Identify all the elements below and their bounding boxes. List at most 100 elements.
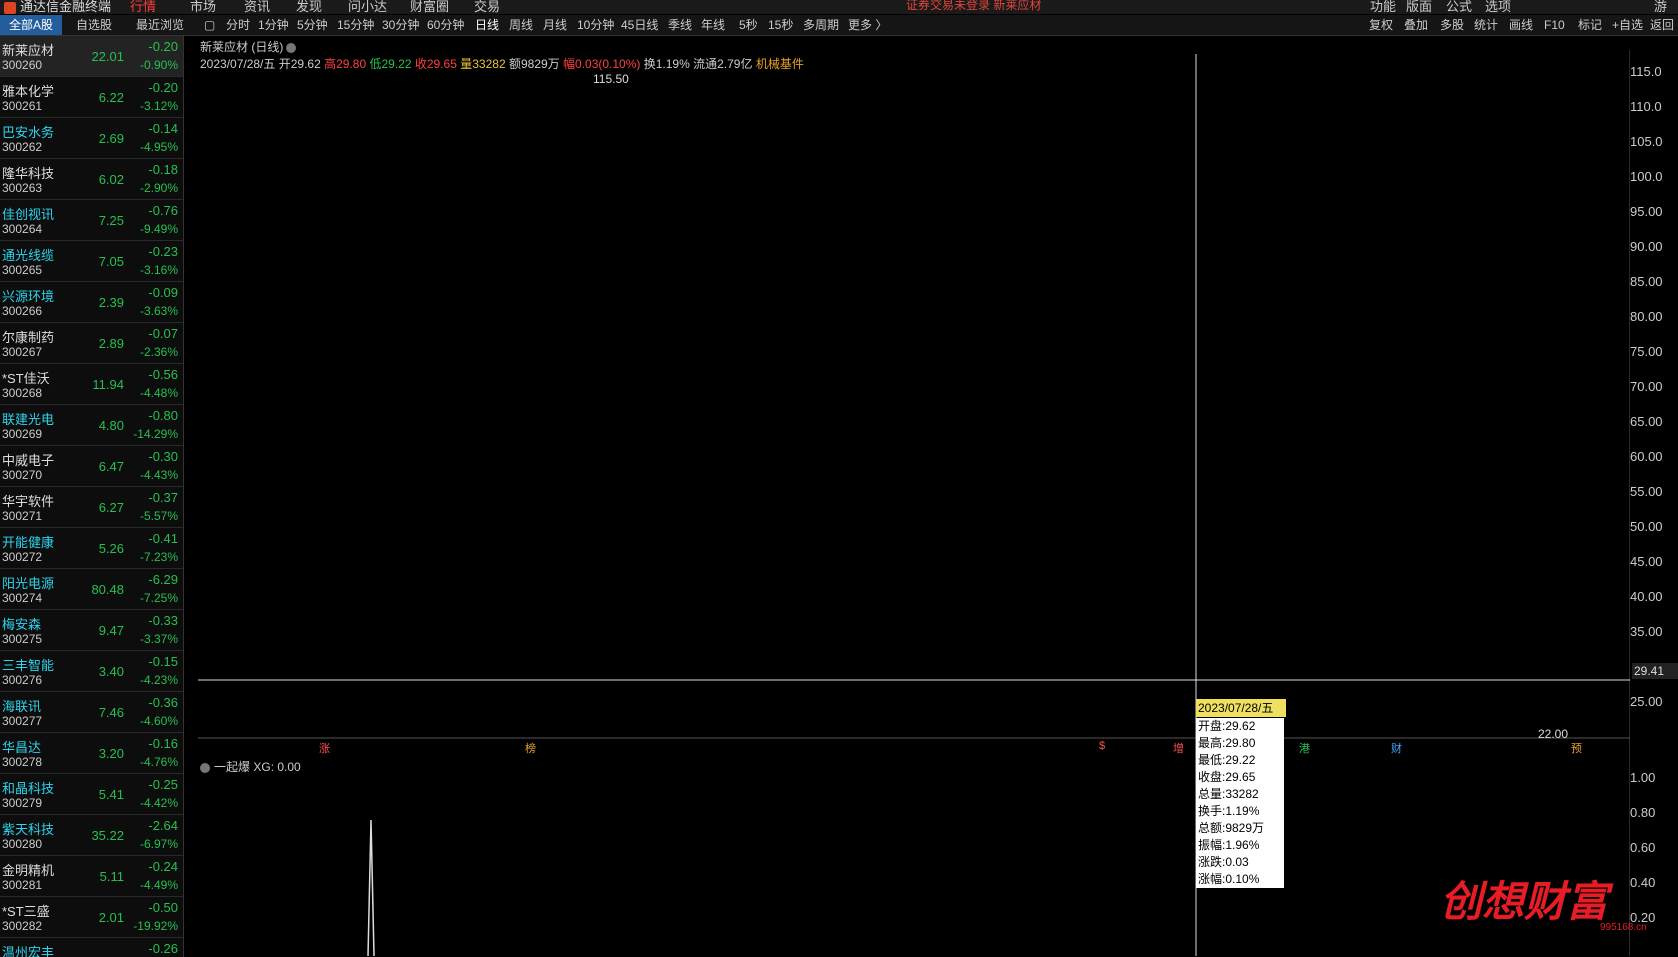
panel-toggle-icon[interactable]: ▢ <box>204 15 215 35</box>
top-right-menu-0[interactable]: 功能 <box>1370 0 1396 14</box>
stock-price: 9.47 <box>98 623 124 638</box>
stock-change: -0.23 <box>148 244 178 259</box>
stock-row[interactable]: 中威电子 300270 6.47 -0.30 -4.43% <box>0 446 183 487</box>
guest-label[interactable]: 游客 <box>1654 0 1678 14</box>
indicator-tick: 0.40 <box>1630 875 1656 890</box>
signal-marker[interactable]: $ <box>1098 740 1106 752</box>
stock-row[interactable]: 开能健康 300272 5.26 -0.41 -7.23% <box>0 528 183 569</box>
stock-row[interactable]: 兴源环境 300266 2.39 -0.09 -3.63% <box>0 282 183 323</box>
tool-button-2[interactable]: 多股 <box>1440 15 1464 35</box>
stock-row[interactable]: 尔康制药 300267 2.89 -0.07 -2.36% <box>0 323 183 364</box>
period-tab-4[interactable]: 30分钟 <box>382 15 419 35</box>
stock-row[interactable]: 联建光电 300269 4.80 -0.80 -14.29% <box>0 405 183 446</box>
kline-chart[interactable]: 115.50 22.00 <box>198 50 1630 956</box>
tool-button-4[interactable]: 画线 <box>1509 15 1533 35</box>
period-tab-11[interactable]: 季线 <box>668 15 692 35</box>
top-right-menu-2[interactable]: 公式 <box>1446 0 1472 14</box>
chevron-down-icon[interactable] <box>200 762 210 773</box>
login-notice[interactable]: 证券交易未登录 新莱应材 <box>906 0 1041 13</box>
stock-row[interactable]: 和晶科技 300279 5.41 -0.25 -4.42% <box>0 774 183 815</box>
tooltip-line: 总量:33282 <box>1198 787 1259 801</box>
menu-item-4[interactable]: 问小达 <box>348 0 387 14</box>
tool-button-1[interactable]: 叠加 <box>1404 15 1428 35</box>
period-tab-2[interactable]: 5分钟 <box>297 15 328 35</box>
stock-row[interactable]: 梅安森 300275 9.47 -0.33 -3.37% <box>0 610 183 651</box>
stock-row[interactable]: 紫天科技 300280 35.22 -2.64 -6.97% <box>0 815 183 856</box>
period-tab-13[interactable]: 5秒 <box>739 15 758 35</box>
period-tab-1[interactable]: 1分钟 <box>258 15 289 35</box>
stock-change: -0.76 <box>148 203 178 218</box>
price-tick: 35.00 <box>1630 624 1663 639</box>
stock-price: 5.41 <box>98 787 124 802</box>
stock-change: -0.18 <box>148 162 178 177</box>
menu-item-0[interactable]: 行情 <box>130 0 156 14</box>
period-tab-0[interactable]: 分时 <box>226 15 250 35</box>
stock-row[interactable]: 新莱应材 300260 22.01 -0.20 -0.90% <box>0 36 183 77</box>
menu-item-3[interactable]: 发现 <box>296 0 322 14</box>
period-tab-14[interactable]: 15秒 <box>768 15 793 35</box>
list-tab-1[interactable]: 自选股 <box>62 15 126 35</box>
signal-marker[interactable]: 涨 <box>318 740 331 756</box>
stock-change-pct: -4.48% <box>139 386 178 400</box>
menu-item-6[interactable]: 交易 <box>474 0 500 14</box>
tool-button-8[interactable]: 返回 <box>1650 15 1674 35</box>
period-tab-10[interactable]: 45日线 <box>621 15 658 35</box>
stock-row[interactable]: 金明精机 300281 5.11 -0.24 -4.49% <box>0 856 183 897</box>
stock-row[interactable]: *ST佳沃 300268 11.94 -0.56 -4.48% <box>0 364 183 405</box>
stock-change-pct: -4.42% <box>139 796 178 810</box>
stock-name: 华昌达 <box>2 740 42 755</box>
stock-row[interactable]: 雅本化学 300261 6.22 -0.20 -3.12% <box>0 77 183 118</box>
stock-row[interactable]: 通光线缆 300265 7.05 -0.23 -3.16% <box>0 241 183 282</box>
signal-marker[interactable]: 榜 <box>524 740 537 756</box>
stock-row[interactable]: 华昌达 300278 3.20 -0.16 -4.76% <box>0 733 183 774</box>
price-tick: 115.0 <box>1630 64 1662 79</box>
tool-button-3[interactable]: 统计 <box>1474 15 1498 35</box>
stock-name: 和晶科技 <box>2 781 55 796</box>
period-tab-8[interactable]: 月线 <box>543 15 567 35</box>
stock-change-pct: -2.90% <box>139 181 178 195</box>
price-tick: 80.00 <box>1630 309 1663 324</box>
stock-price: 6.02 <box>98 172 124 187</box>
stock-row[interactable]: 三丰智能 300276 3.40 -0.15 -4.23% <box>0 651 183 692</box>
stock-row[interactable]: 华宇软件 300271 6.27 -0.37 -5.57% <box>0 487 183 528</box>
signal-marker[interactable]: 预 <box>1570 740 1583 756</box>
signal-marker[interactable]: 增 <box>1172 740 1185 756</box>
list-tab-2[interactable]: 最近浏览 <box>128 15 192 35</box>
stock-change: -0.20 <box>148 39 178 54</box>
stock-price: 6.27 <box>98 500 124 515</box>
period-tab-16[interactable]: 更多 〉 <box>848 15 887 35</box>
stock-row[interactable]: 海联讯 300277 7.46 -0.36 -4.60% <box>0 692 183 733</box>
period-tab-15[interactable]: 多周期 <box>803 15 839 35</box>
stock-row[interactable]: 温州宏丰 -0.26 <box>0 938 183 957</box>
menu-item-5[interactable]: 财富圈 <box>410 0 449 14</box>
top-right-menu-3[interactable]: 选项 <box>1485 0 1511 14</box>
stock-price: 2.01 <box>98 910 124 925</box>
tool-button-5[interactable]: F10 <box>1544 15 1565 35</box>
stock-change: -0.14 <box>148 121 178 136</box>
period-tab-5[interactable]: 60分钟 <box>427 15 464 35</box>
period-tab-12[interactable]: 年线 <box>701 15 725 35</box>
period-tab-9[interactable]: 10分钟 <box>577 15 614 35</box>
stock-row[interactable]: *ST三盛 300282 2.01 -0.50 -19.92% <box>0 897 183 938</box>
period-tab-3[interactable]: 15分钟 <box>337 15 374 35</box>
tool-button-0[interactable]: 复权 <box>1369 15 1393 35</box>
list-tab-0[interactable]: 全部A股 <box>0 15 62 35</box>
menu-item-2[interactable]: 资讯 <box>244 0 270 14</box>
toolbar: 全部A股 自选股 最近浏览 ▢ 分时 1分钟 5分钟 15分钟 30分钟 60分钟 日线 周线 月线 1… <box>0 15 1678 36</box>
period-tab-6[interactable]: 日线 <box>475 15 499 35</box>
stock-row[interactable]: 佳创视讯 300264 7.25 -0.76 -9.49% <box>0 200 183 241</box>
period-tab-7[interactable]: 周线 <box>509 15 533 35</box>
tool-button-7[interactable]: +自选 <box>1612 15 1643 35</box>
stock-change-pct: -2.36% <box>139 345 178 359</box>
signal-marker[interactable]: 财 <box>1390 740 1403 756</box>
stock-code: 300268 <box>2 386 43 400</box>
top-right-menu-1[interactable]: 版面 <box>1406 0 1432 14</box>
stock-row[interactable]: 隆华科技 300263 6.02 -0.18 -2.90% <box>0 159 183 200</box>
menu-item-1[interactable]: 市场 <box>190 0 216 14</box>
signal-marker[interactable]: 港 <box>1298 740 1311 756</box>
stock-change-pct: -0.90% <box>139 58 178 72</box>
stock-row[interactable]: 巴安水务 300262 2.69 -0.14 -4.95% <box>0 118 183 159</box>
stock-row[interactable]: 阳光电源 300274 80.48 -6.29 -7.25% <box>0 569 183 610</box>
tool-button-6[interactable]: 标记 <box>1578 15 1602 35</box>
tooltip-line: 总额:9829万 <box>1198 821 1265 835</box>
